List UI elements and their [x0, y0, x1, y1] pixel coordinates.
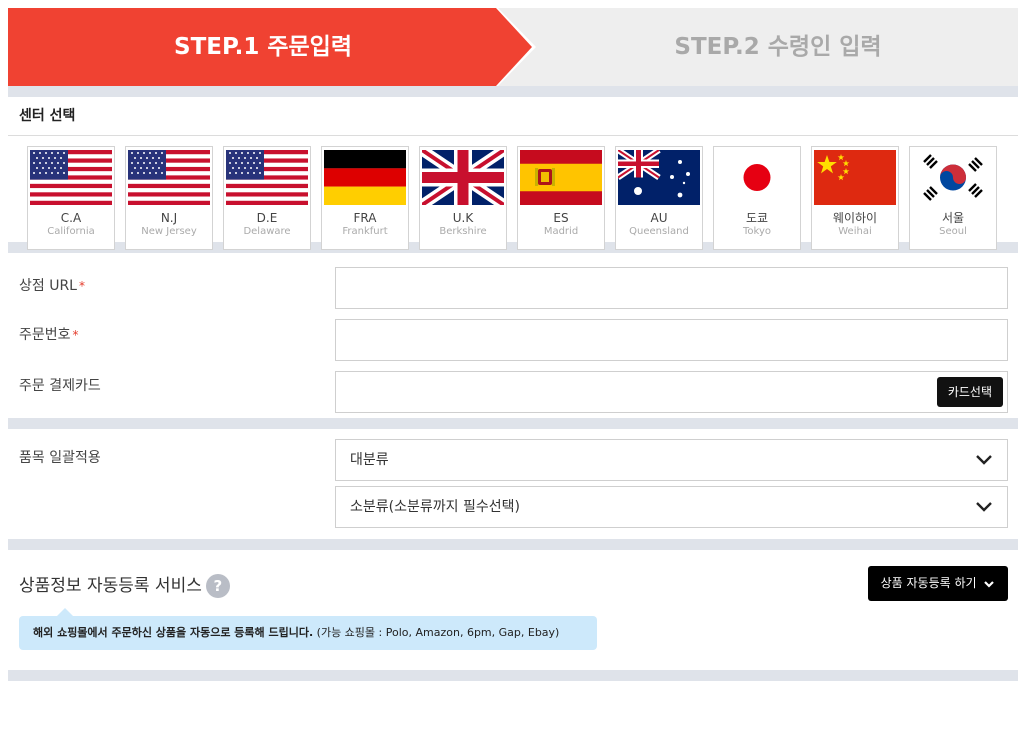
order-number-input[interactable]: [335, 319, 1008, 361]
center-option-nj[interactable]: N.J New Jersey: [125, 146, 213, 250]
center-option-de[interactable]: D.E Delaware: [223, 146, 311, 250]
center-code: C.A: [60, 211, 82, 225]
step1-tab[interactable]: STEP.1 주문입력: [8, 8, 538, 86]
payment-card-input[interactable]: 카드선택: [335, 371, 1008, 413]
center-code: 웨이하이: [832, 211, 878, 225]
card-select-button[interactable]: 카드선택: [936, 377, 1003, 407]
center-code: FRA: [353, 211, 377, 225]
center-name: Seoul: [939, 226, 967, 237]
payment-card-label: 주문 결제카드: [19, 378, 101, 394]
required-mark: *: [79, 279, 85, 293]
center-name: Delaware: [243, 226, 291, 237]
notice-supported-malls: (가능 쇼핑몰 : Polo, Amazon, 6pm, Gap, Ebay): [316, 626, 560, 639]
uk-flag-icon: [422, 150, 504, 205]
auto-register-button[interactable]: 상품 자동등록 하기: [868, 566, 1008, 601]
section-divider: [8, 539, 1018, 550]
minor-category-value: 소분류(소분류까지 필수선택): [350, 499, 520, 515]
center-code: N.J: [160, 211, 178, 225]
auto-register-notice: 해외 쇼핑몰에서 주문하신 상품을 자동으로 등록해 드립니다. (가능 쇼핑몰…: [19, 616, 597, 650]
center-option-tokyo[interactable]: 도쿄 Tokyo: [713, 146, 801, 250]
minor-category-select[interactable]: 소분류(소분류까지 필수선택): [335, 486, 1008, 528]
center-name: Madrid: [543, 226, 579, 237]
auto-register-title: 상품정보 자동등록 서비스?: [19, 571, 230, 598]
major-category-select[interactable]: 대분류: [335, 439, 1008, 481]
center-code: ES: [553, 211, 569, 225]
center-code: 도쿄: [745, 211, 769, 225]
section-divider: [8, 670, 1018, 681]
section-divider: [8, 418, 1018, 429]
major-category-value: 대분류: [350, 452, 389, 468]
center-code: 서울: [941, 211, 965, 225]
auto-register-button-label: 상품 자동등록 하기: [880, 576, 977, 590]
chevron-down-icon: [976, 502, 992, 512]
center-select-title: 센터 선택: [8, 97, 1018, 136]
center-code: AU: [650, 211, 668, 225]
center-list: C.A California N.J New Jersey D.E Delawa…: [8, 136, 1018, 250]
center-name: Queensland: [629, 226, 689, 237]
center-option-seoul[interactable]: 서울 Seoul: [909, 146, 997, 250]
center-name: Tokyo: [743, 226, 771, 237]
center-name: New Jersey: [141, 226, 197, 237]
china-flag-icon: [814, 150, 896, 205]
store-url-input[interactable]: [335, 267, 1008, 309]
order-page: STEP.1 주문입력 STEP.2 수령인 입력 센터 선택 C.A Cali…: [8, 8, 1018, 681]
step2-label[interactable]: STEP.2 수령인 입력: [538, 8, 1018, 86]
category-label: 품목 일괄적용: [19, 450, 101, 466]
center-option-au[interactable]: AU Queensland: [615, 146, 703, 250]
center-option-es[interactable]: ES Madrid: [517, 146, 605, 250]
center-name: Weihai: [838, 226, 872, 237]
section-divider: [8, 86, 1018, 97]
us-flag-icon: [128, 150, 210, 205]
payment-card-row: 주문 결제카드 카드선택: [8, 361, 1018, 418]
center-name: California: [47, 226, 95, 237]
category-row: 품목 일괄적용 대분류 소분류(소분류까지 필수선택): [8, 429, 1018, 539]
notice-main-text: 해외 쇼핑몰에서 주문하신 상품을 자동으로 등록해 드립니다.: [33, 626, 314, 639]
required-mark: *: [72, 328, 79, 342]
center-name: Frankfurt: [342, 226, 388, 237]
step-indicator: STEP.1 주문입력 STEP.2 수령인 입력: [8, 8, 1018, 86]
chevron-down-icon: [976, 455, 992, 465]
center-name: Berkshire: [439, 226, 487, 237]
store-url-row: 상점 URL *: [8, 253, 1018, 309]
chevron-down-icon: [984, 580, 995, 588]
center-option-fra[interactable]: FRA Frankfurt: [321, 146, 409, 250]
center-option-weihai[interactable]: 웨이하이 Weihai: [811, 146, 899, 250]
spain-flag-icon: [520, 150, 602, 205]
store-url-label: 상점 URL *: [19, 278, 85, 294]
us-flag-icon: [30, 150, 112, 205]
korea-flag-icon: [912, 150, 994, 205]
order-number-label: 주문번호 *: [19, 327, 79, 343]
center-option-ca[interactable]: C.A California: [27, 146, 115, 250]
center-code: D.E: [256, 211, 278, 225]
auto-register-section: 상품정보 자동등록 서비스? 상품 자동등록 하기 해외 쇼핑몰에서 주문하신 …: [8, 550, 1018, 670]
order-number-row: 주문번호 *: [8, 309, 1018, 361]
australia-flag-icon: [618, 150, 700, 205]
japan-flag-icon: [716, 150, 798, 205]
step1-label: STEP.1 주문입력: [174, 34, 352, 60]
help-icon[interactable]: ?: [205, 574, 230, 598]
germany-flag-icon: [324, 150, 406, 205]
us-flag-icon: [226, 150, 308, 205]
center-code: U.K: [452, 211, 474, 225]
center-option-uk[interactable]: U.K Berkshire: [419, 146, 507, 250]
